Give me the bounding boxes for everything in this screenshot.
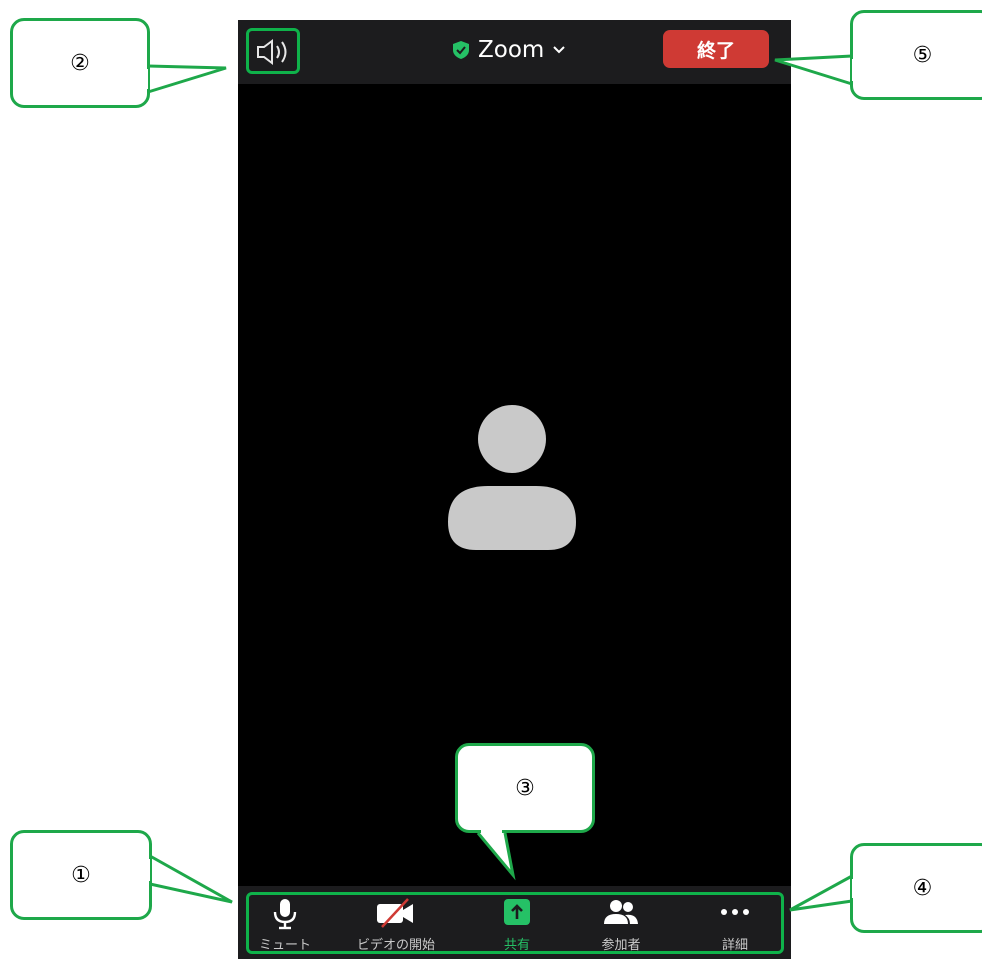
callout-pointer-joins xyxy=(144,59,856,898)
